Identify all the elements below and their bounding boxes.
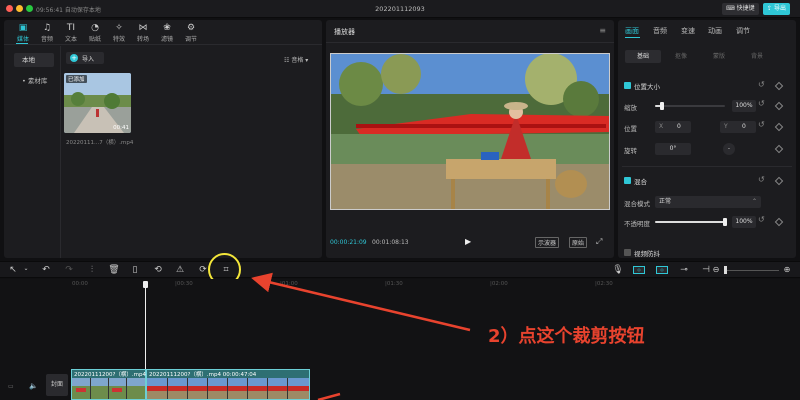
- arrow-to-crop: [251, 272, 471, 332]
- annotation-arrows: [251, 272, 471, 400]
- annotation-text: 2）点这个裁剪按钮: [488, 326, 645, 347]
- arrow-to-clip: [317, 392, 341, 400]
